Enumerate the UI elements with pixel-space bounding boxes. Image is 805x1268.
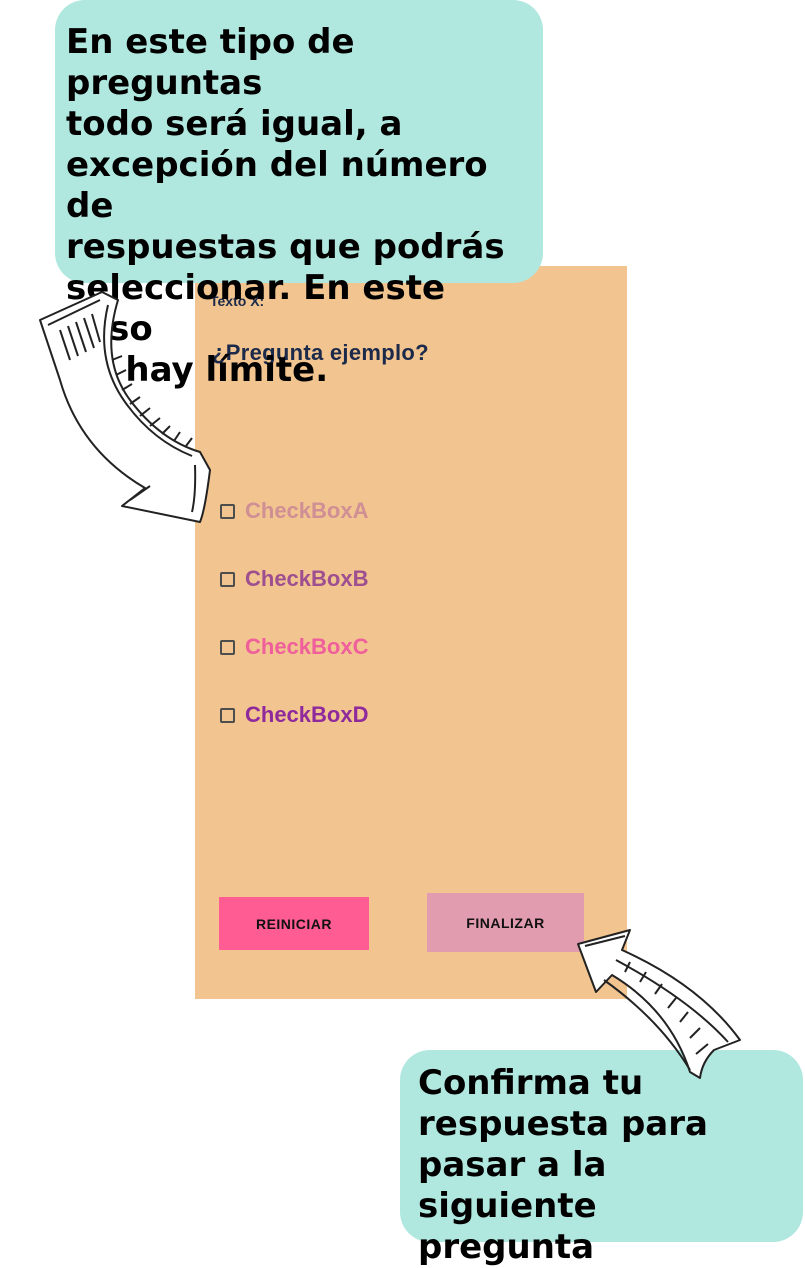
arrow-to-finish-icon [577,929,741,1079]
